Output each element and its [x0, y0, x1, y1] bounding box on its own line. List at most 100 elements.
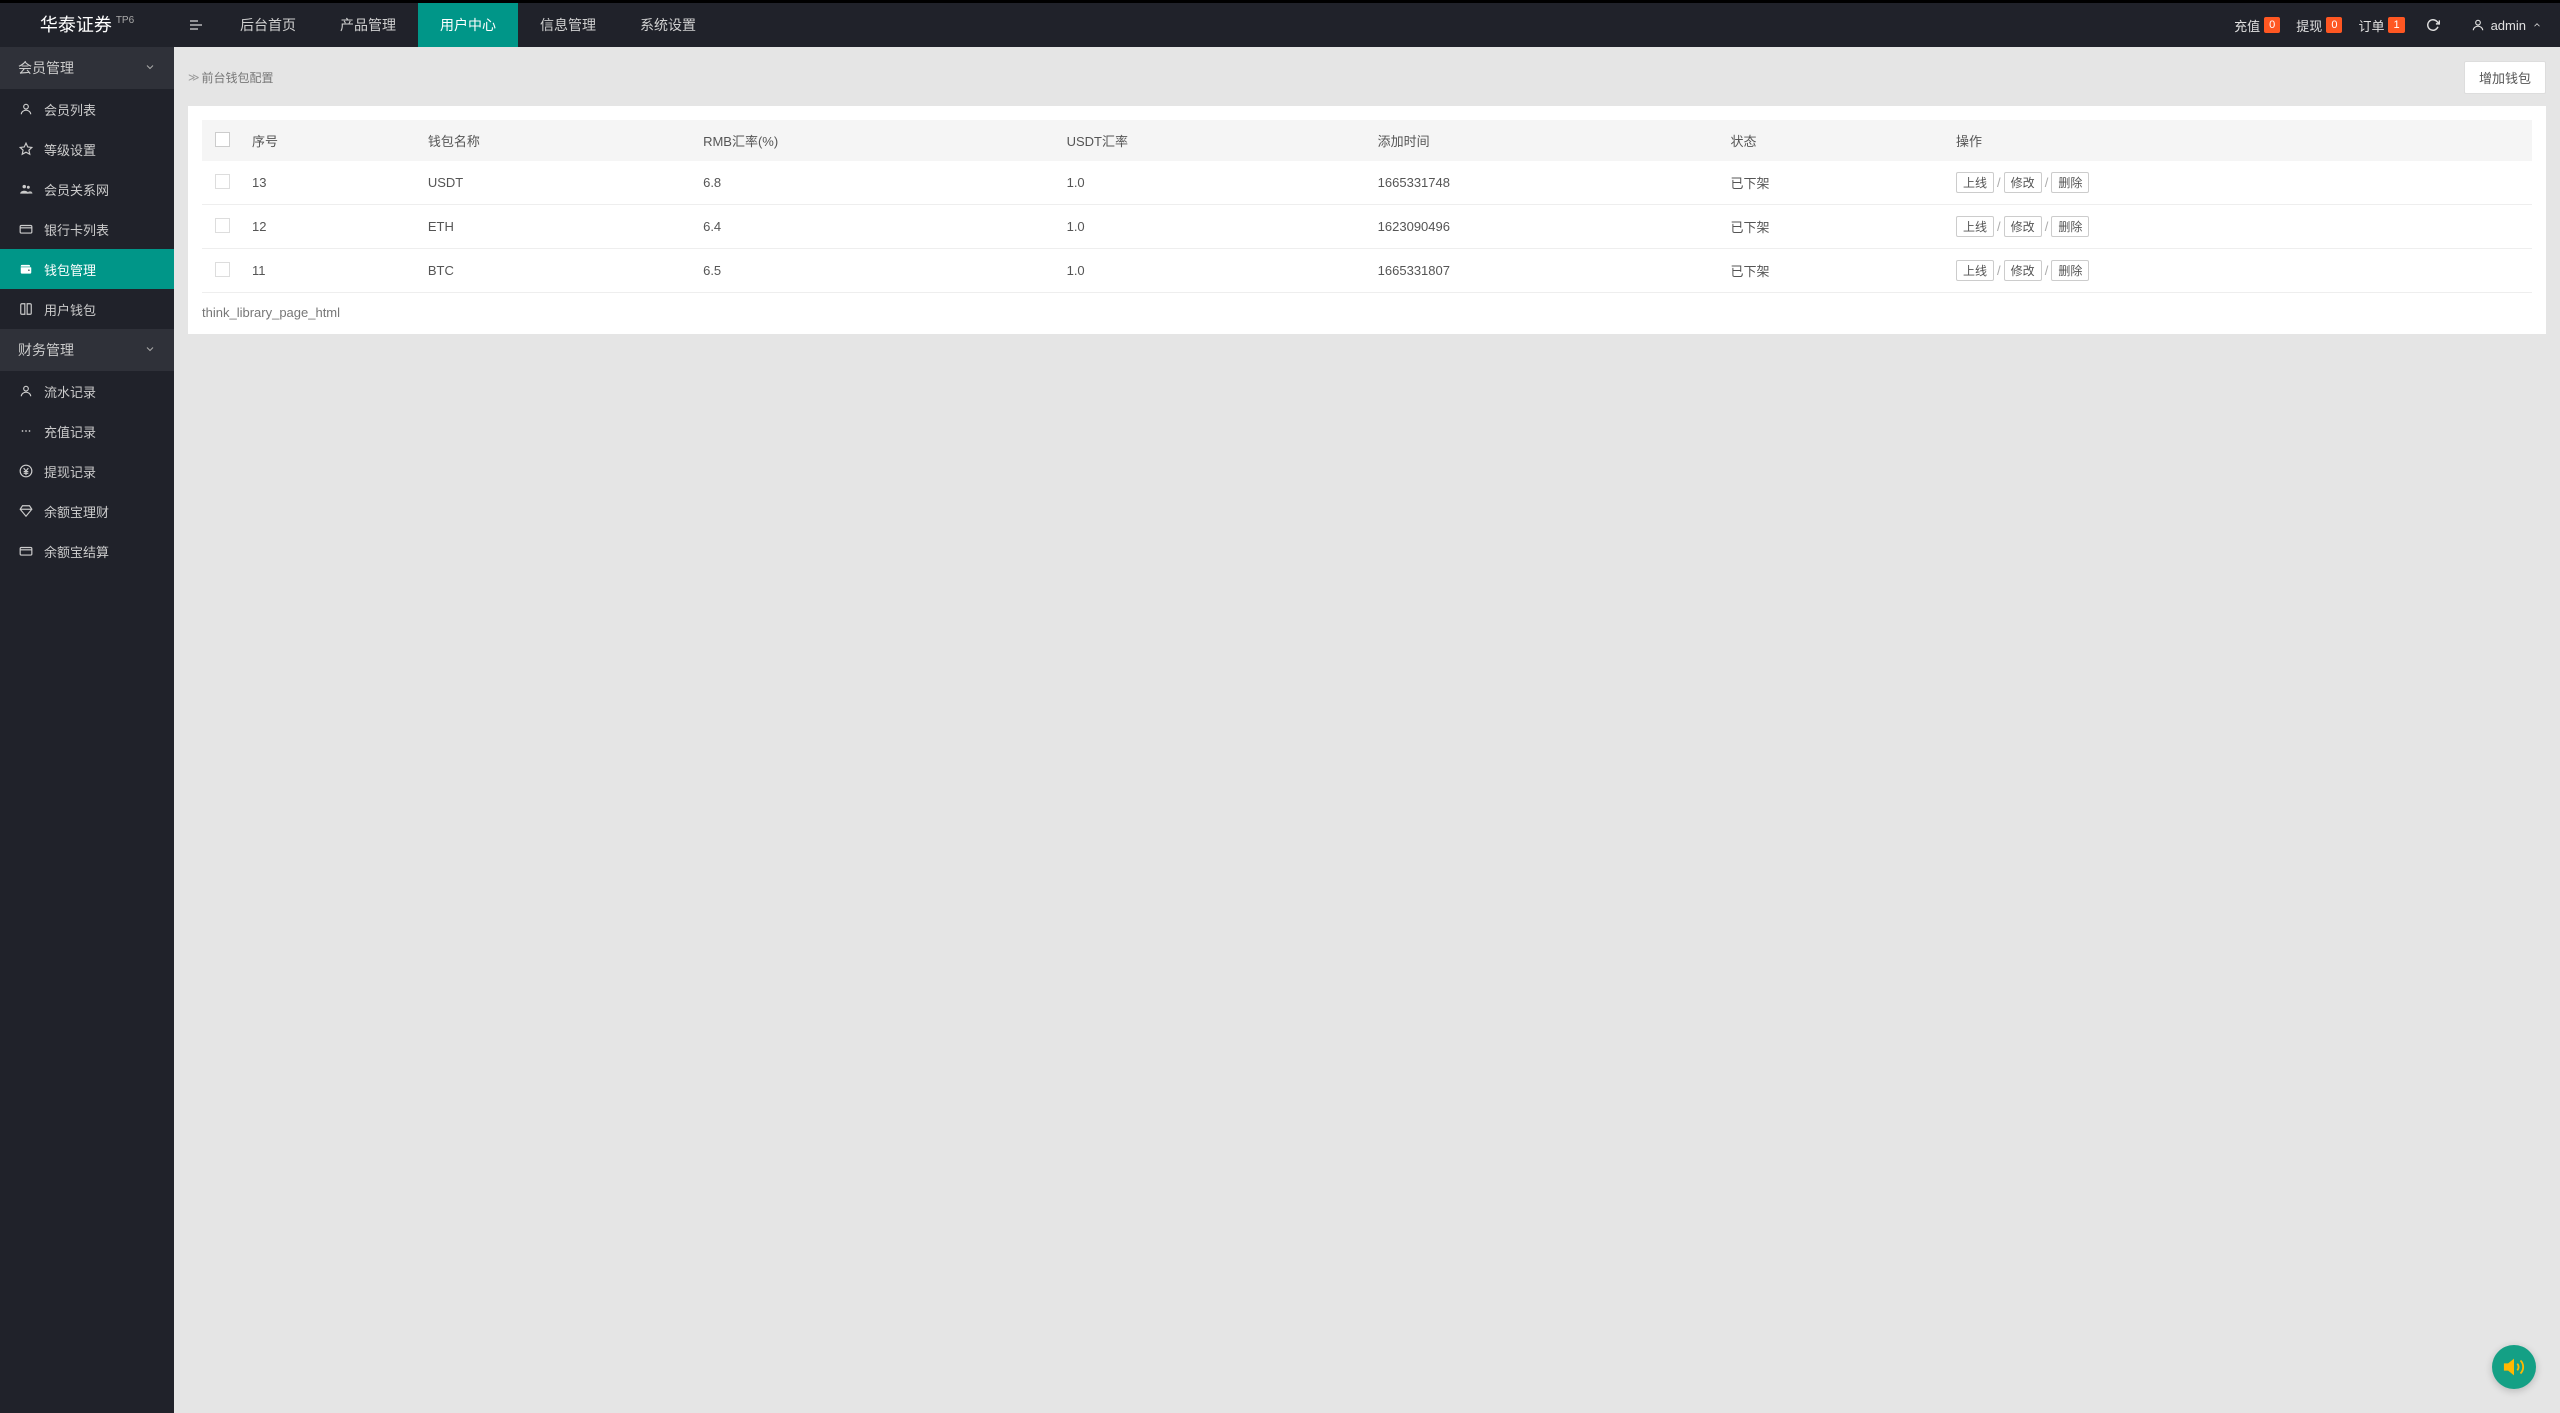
edit-button[interactable]: 修改	[2004, 260, 2042, 281]
recharge-link[interactable]: 充值 0	[2226, 16, 2288, 35]
sidebar-item-label: 银行卡列表	[44, 220, 109, 239]
book-icon	[18, 301, 34, 317]
table-header: 序号	[242, 120, 418, 161]
sound-icon	[2503, 1356, 2525, 1378]
chevron-down-icon	[144, 60, 156, 76]
table-row: 11BTC6.51.01665331807已下架上线/修改/删除	[202, 249, 2532, 293]
card-icon	[18, 221, 34, 237]
cell-rmb: 6.8	[693, 161, 1057, 205]
cell-status: 已下架	[1720, 249, 1946, 293]
cell-id: 11	[242, 249, 418, 293]
floating-action-button[interactable]	[2492, 1345, 2536, 1389]
users-icon	[18, 181, 34, 197]
sidebar-item-银行卡列表[interactable]: 银行卡列表	[0, 209, 174, 249]
edit-button[interactable]: 修改	[2004, 216, 2042, 237]
cell-actions: 上线/修改/删除	[1946, 205, 2532, 249]
table-row: 13USDT6.81.01665331748已下架上线/修改/删除	[202, 161, 2532, 205]
sidebar-item-用户钱包[interactable]: 用户钱包	[0, 289, 174, 329]
add-wallet-button[interactable]: 增加钱包	[2464, 61, 2546, 94]
nav-item-0[interactable]: 后台首页	[218, 3, 318, 47]
sidebar-item-会员列表[interactable]: 会员列表	[0, 89, 174, 129]
sidebar-group-label: 财务管理	[18, 340, 74, 360]
orders-link[interactable]: 订单 1	[2350, 16, 2412, 35]
sidebar-item-label: 会员列表	[44, 100, 96, 119]
withdraw-badge: 0	[2326, 17, 2342, 33]
sidebar-item-label: 用户钱包	[44, 300, 96, 319]
online-button[interactable]: 上线	[1956, 172, 1994, 193]
withdraw-label: 提现	[2296, 16, 2322, 35]
online-button[interactable]: 上线	[1956, 260, 1994, 281]
table-header: 操作	[1946, 120, 2532, 161]
refresh-button[interactable]	[2413, 18, 2453, 32]
table-row: 12ETH6.41.01623090496已下架上线/修改/删除	[202, 205, 2532, 249]
delete-button[interactable]: 删除	[2051, 172, 2089, 193]
sidebar-item-提现记录[interactable]: 提现记录	[0, 451, 174, 491]
sidebar-item-余额宝理财[interactable]: 余额宝理财	[0, 491, 174, 531]
row-checkbox[interactable]	[215, 262, 230, 277]
sidebar-item-流水记录[interactable]: 流水记录	[0, 371, 174, 411]
chevron-up-icon	[2532, 20, 2542, 30]
nav-item-1[interactable]: 产品管理	[318, 3, 418, 47]
sidebar-item-充值记录[interactable]: 充值记录	[0, 411, 174, 451]
breadcrumb-text: 前台钱包配置	[202, 69, 274, 86]
user-menu-button[interactable]: admin	[2453, 18, 2560, 33]
delete-button[interactable]: 删除	[2051, 260, 2089, 281]
dots-icon	[18, 423, 34, 439]
sidebar-item-label: 充值记录	[44, 422, 96, 441]
table-header: RMB汇率(%)	[693, 120, 1057, 161]
row-checkbox[interactable]	[215, 174, 230, 189]
sidebar-item-余额宝结算[interactable]: 余额宝结算	[0, 531, 174, 571]
sidebar-group-finance[interactable]: 财务管理	[0, 329, 174, 371]
table-header: 状态	[1720, 120, 1946, 161]
nav-item-3[interactable]: 信息管理	[518, 3, 618, 47]
sidebar-item-label: 钱包管理	[44, 260, 96, 279]
orders-label: 订单	[2358, 16, 2384, 35]
cell-status: 已下架	[1720, 205, 1946, 249]
cell-id: 12	[242, 205, 418, 249]
wallet-icon	[18, 261, 34, 277]
sidebar-item-label: 余额宝理财	[44, 502, 109, 521]
nav-item-4[interactable]: 系统设置	[618, 3, 718, 47]
brand-logo[interactable]: 华泰证券 TP6	[0, 3, 174, 47]
table-header: 钱包名称	[418, 120, 693, 161]
cell-usdt: 1.0	[1057, 161, 1368, 205]
online-button[interactable]: 上线	[1956, 216, 1994, 237]
card-icon	[18, 543, 34, 559]
refresh-icon	[2426, 18, 2440, 32]
sidebar-group-label: 会员管理	[18, 58, 74, 78]
sidebar-item-钱包管理[interactable]: 钱包管理	[0, 249, 174, 289]
brand-title: 华泰证券	[40, 3, 112, 47]
delete-button[interactable]: 删除	[2051, 216, 2089, 237]
orders-badge: 1	[2388, 17, 2404, 33]
star-icon	[18, 141, 34, 157]
sidebar-item-label: 会员关系网	[44, 180, 109, 199]
sidebar-item-label: 流水记录	[44, 382, 96, 401]
cell-status: 已下架	[1720, 161, 1946, 205]
edit-button[interactable]: 修改	[2004, 172, 2042, 193]
cell-time: 1665331807	[1368, 249, 1721, 293]
recharge-label: 充值	[2234, 16, 2260, 35]
select-all-checkbox[interactable]	[215, 132, 230, 147]
cell-rmb: 6.4	[693, 205, 1057, 249]
recharge-badge: 0	[2264, 17, 2280, 33]
row-checkbox[interactable]	[215, 218, 230, 233]
wallet-table: 序号钱包名称RMB汇率(%)USDT汇率添加时间状态操作 13USDT6.81.…	[202, 120, 2532, 293]
user-icon	[18, 383, 34, 399]
user-name: admin	[2491, 18, 2526, 33]
menu-toggle-button[interactable]	[174, 3, 218, 47]
table-header: 添加时间	[1368, 120, 1721, 161]
user-icon	[18, 101, 34, 117]
sidebar-item-等级设置[interactable]: 等级设置	[0, 129, 174, 169]
sidebar: 会员管理 会员列表等级设置会员关系网银行卡列表钱包管理用户钱包 财务管理 流水记…	[0, 47, 174, 1413]
breadcrumb-icon: ≫	[188, 71, 200, 84]
table-header: USDT汇率	[1057, 120, 1368, 161]
withdraw-link[interactable]: 提现 0	[2288, 16, 2350, 35]
cell-id: 13	[242, 161, 418, 205]
chevron-down-icon	[144, 342, 156, 358]
breadcrumb: ≫ 前台钱包配置	[188, 69, 274, 86]
nav-item-2[interactable]: 用户中心	[418, 3, 518, 47]
sidebar-group-member[interactable]: 会员管理	[0, 47, 174, 89]
sidebar-item-会员关系网[interactable]: 会员关系网	[0, 169, 174, 209]
cell-name: BTC	[418, 249, 693, 293]
header-right: 充值 0 提现 0 订单 1 admin	[2226, 3, 2560, 47]
